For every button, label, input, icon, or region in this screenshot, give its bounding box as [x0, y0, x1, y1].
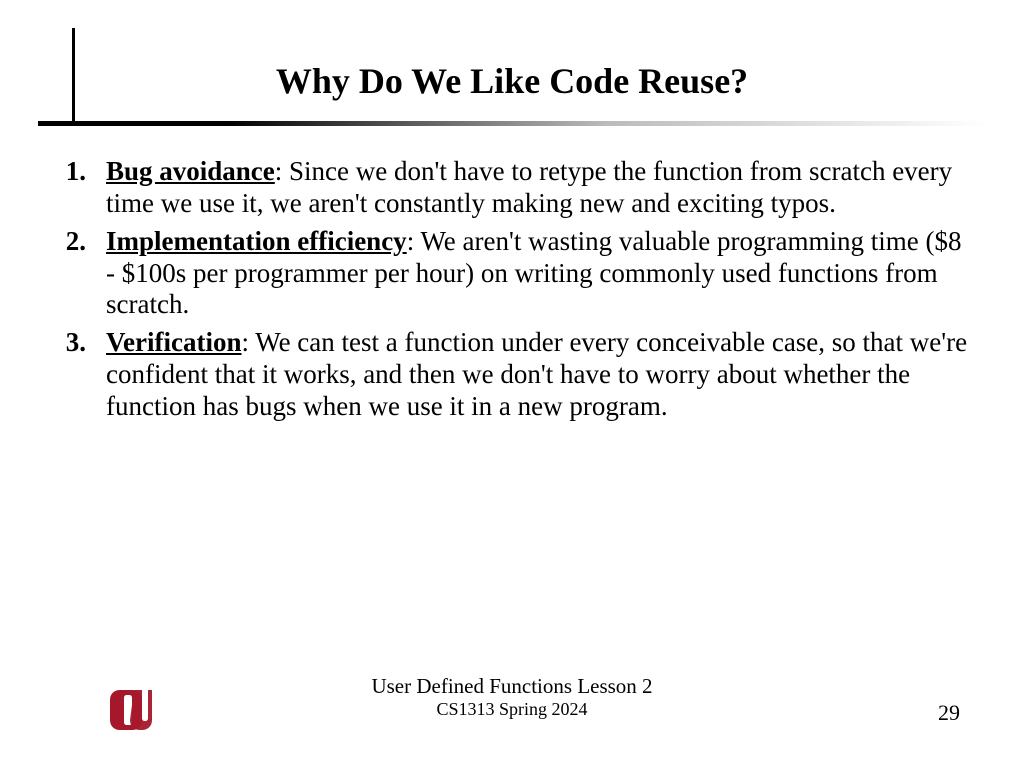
item-term: Verification: [106, 327, 241, 357]
list-item: 3. Verification: We can test a function …: [50, 327, 974, 423]
item-body: Verification: We can test a function und…: [106, 327, 974, 423]
footer-center: User Defined Functions Lesson 2 CS1313 S…: [0, 674, 1024, 720]
list-item: 1. Bug avoidance: Since we don't have to…: [50, 156, 974, 220]
item-body: Implementation efficiency: We aren't was…: [106, 226, 974, 322]
title-block: Why Do We Like Code Reuse?: [0, 0, 1024, 120]
page-number: 29: [938, 700, 960, 726]
footer-title: User Defined Functions Lesson 2: [0, 674, 1024, 699]
item-number: 2.: [50, 226, 106, 322]
slide: Why Do We Like Code Reuse? 1. Bug avoida…: [0, 0, 1024, 768]
item-term: Implementation efficiency: [106, 226, 407, 256]
footer: User Defined Functions Lesson 2 CS1313 S…: [0, 674, 1024, 734]
title-vertical-rule: [72, 28, 75, 126]
slide-title: Why Do We Like Code Reuse?: [0, 60, 1024, 120]
item-number: 3.: [50, 327, 106, 423]
title-horizontal-rule: [38, 121, 986, 126]
item-number: 1.: [50, 156, 106, 220]
item-term: Bug avoidance: [106, 156, 275, 186]
item-body: Bug avoidance: Since we don't have to re…: [106, 156, 974, 220]
footer-subtitle: CS1313 Spring 2024: [0, 699, 1024, 720]
list-item: 2. Implementation efficiency: We aren't …: [50, 226, 974, 322]
content-list: 1. Bug avoidance: Since we don't have to…: [50, 156, 974, 429]
